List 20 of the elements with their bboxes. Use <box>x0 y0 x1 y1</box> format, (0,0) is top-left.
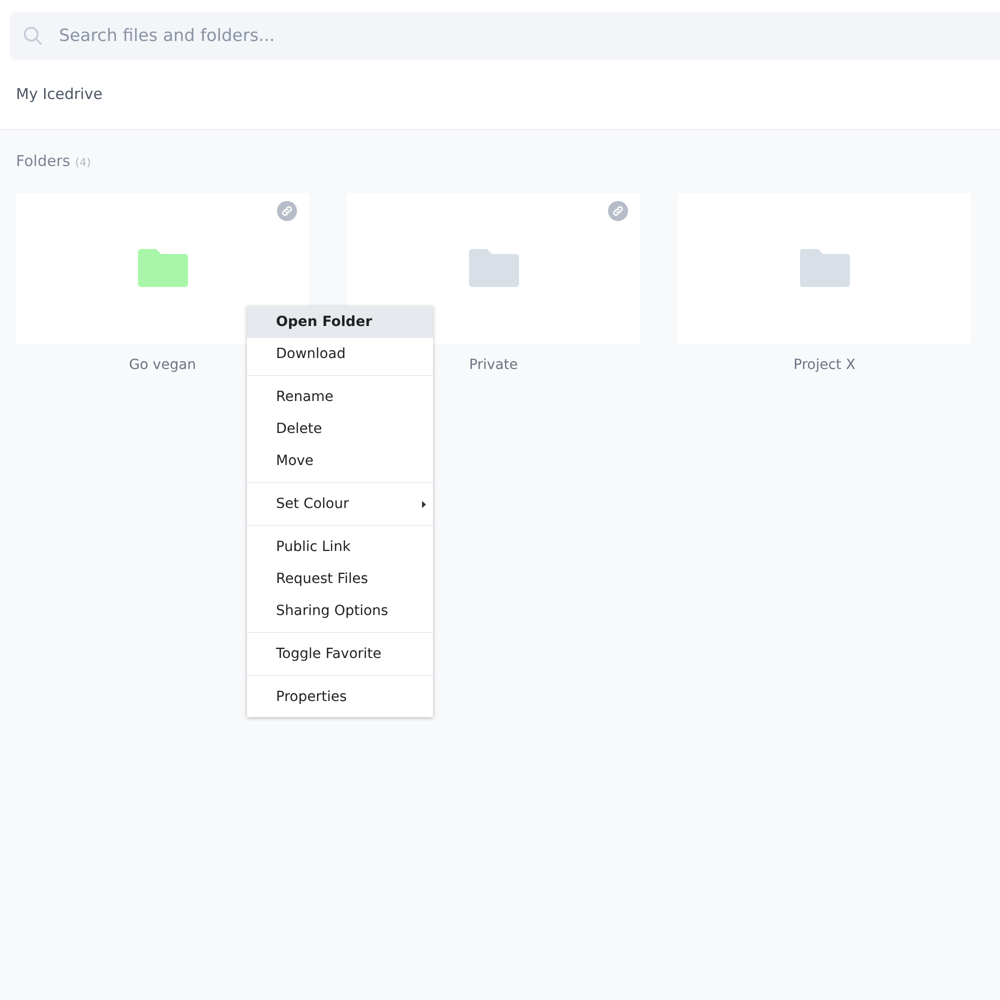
folder-name: Project X <box>794 356 856 374</box>
folder-card[interactable] <box>678 192 971 344</box>
menu-item[interactable]: Request Files <box>247 563 433 595</box>
breadcrumb[interactable]: My Icedrive <box>16 83 102 106</box>
menu-item[interactable]: Properties <box>247 681 433 713</box>
menu-item[interactable]: Download <box>247 338 433 370</box>
folder-count: (4) <box>75 155 91 171</box>
menu-item[interactable]: Public Link <box>247 531 433 563</box>
menu-item[interactable]: Open Folder <box>247 306 433 338</box>
folder-name: Go vegan <box>128 356 196 374</box>
folder-name: Private <box>469 356 518 374</box>
menu-item[interactable]: Sharing Options <box>247 595 433 627</box>
menu-item[interactable]: Delete <box>247 413 433 445</box>
section-title: Folders <box>16 151 70 172</box>
menu-item[interactable]: Rename <box>247 381 433 413</box>
search-icon <box>22 25 44 47</box>
menu-item[interactable]: Toggle Favorite <box>247 638 433 670</box>
menu-item[interactable]: Set Colour <box>247 488 433 520</box>
menu-item[interactable]: Move <box>247 445 433 477</box>
search-field[interactable]: Search files and folders... <box>10 12 1000 60</box>
